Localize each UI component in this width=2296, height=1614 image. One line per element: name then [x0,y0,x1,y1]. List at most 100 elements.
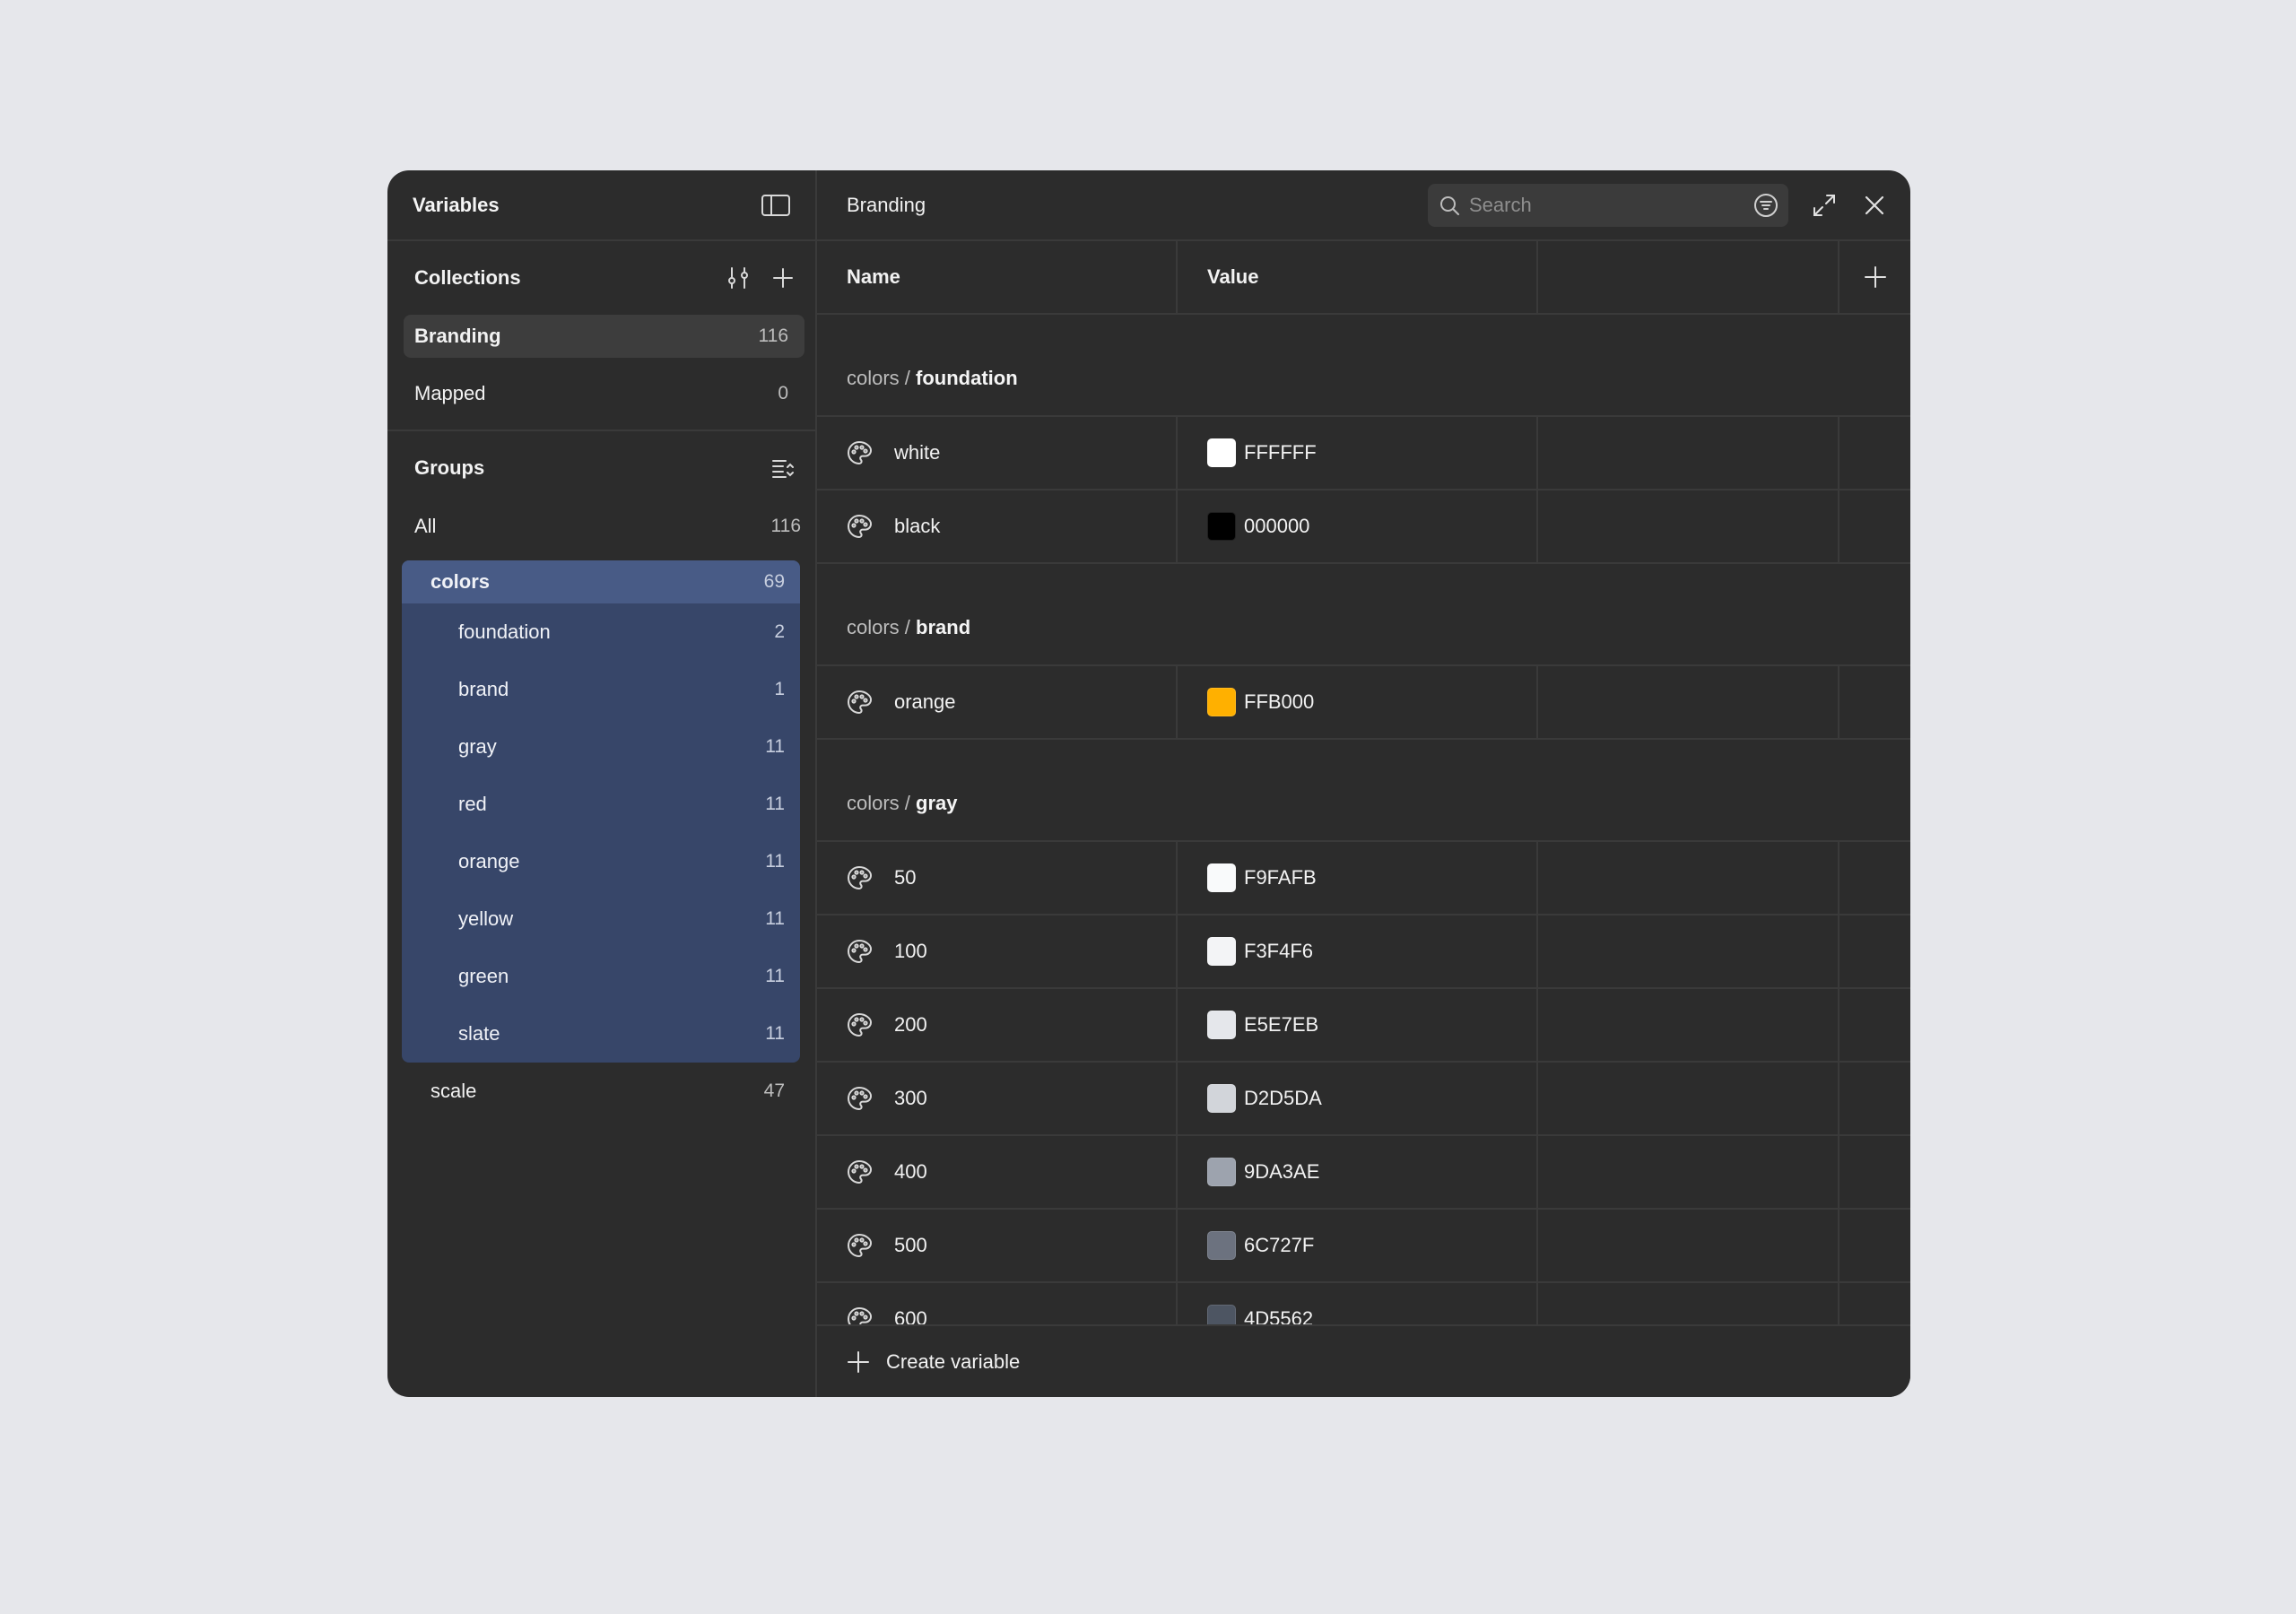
variable-row[interactable]: white FFFFFF [817,417,1910,490]
palette-icon [846,439,873,466]
add-column-button[interactable] [1839,241,1910,313]
group-heading-prefix: colors / [847,792,917,814]
filter-icon[interactable] [1752,192,1779,219]
variable-value-cell[interactable]: D2D5DA [1178,1063,1538,1134]
group-item-slate[interactable]: slate 11 [402,1005,800,1063]
variable-value: F9FAFB [1244,866,1317,889]
group-count: 116 [770,516,801,536]
color-swatch[interactable] [1207,1011,1236,1039]
variable-name-cell[interactable]: 200 [817,989,1178,1061]
group-count: 69 [763,571,785,592]
variable-name-cell[interactable]: black [817,490,1178,562]
variable-value: FFB000 [1244,690,1315,713]
variable-row[interactable]: 200 E5E7EB [817,989,1910,1063]
collection-count: 0 [778,383,788,404]
variable-value: 9DA3AE [1244,1160,1320,1183]
color-swatch[interactable] [1207,863,1236,892]
collapse-list-icon[interactable] [767,452,799,484]
group-heading: colors / brand [817,564,1910,666]
search-input[interactable] [1469,193,1752,217]
variable-name-cell[interactable]: 400 [817,1136,1178,1208]
variable-value-cell[interactable]: 000000 [1178,490,1538,562]
group-item-colors[interactable]: colors 69 [402,560,800,603]
variable-value-cell[interactable]: F3F4F6 [1178,915,1538,987]
toggle-sidebar-icon[interactable] [760,189,792,221]
column-header-name[interactable]: Name [817,241,1178,313]
variable-name-cell[interactable]: orange [817,666,1178,738]
empty-cell [1538,842,1839,914]
color-swatch[interactable] [1207,688,1236,716]
palette-icon [846,1232,873,1259]
variable-value-cell[interactable]: FFFFFF [1178,417,1538,489]
variable-name: white [894,441,941,464]
variable-row[interactable]: 100 F3F4F6 [817,915,1910,989]
collection-item-mapped[interactable]: Mapped 0 [404,372,804,415]
group-item-foundation[interactable]: foundation 2 [402,603,800,661]
group-item-yellow[interactable]: yellow 11 [402,890,800,948]
color-swatch[interactable] [1207,1305,1236,1326]
main-panel: Branding Search Name Value colors / foun… [817,170,1910,1397]
collections-list: Branding 116 Mapped 0 [387,315,815,415]
variable-value-cell[interactable]: 6C727F [1178,1210,1538,1281]
color-swatch[interactable] [1207,1084,1236,1113]
group-count: 1 [774,679,785,699]
group-item-brand[interactable]: brand 1 [402,661,800,718]
variable-row[interactable]: 50 F9FAFB [817,842,1910,915]
variable-row[interactable]: 300 D2D5DA [817,1063,1910,1136]
variable-row[interactable]: orange FFB000 [817,666,1910,740]
variable-name-cell[interactable]: 100 [817,915,1178,987]
collection-item-branding[interactable]: Branding 116 [404,315,804,358]
group-label: brand [458,678,509,700]
variable-name-cell[interactable]: 300 [817,1063,1178,1134]
group-item-all[interactable]: All 116 [404,505,801,548]
palette-icon [846,1085,873,1112]
variable-value-cell[interactable]: 4D5562 [1178,1283,1538,1326]
variable-name-cell[interactable]: white [817,417,1178,489]
group-label: red [458,793,487,815]
column-header-empty [1538,241,1839,313]
group-item-orange[interactable]: orange 11 [402,833,800,890]
variable-row[interactable]: 600 4D5562 [817,1283,1910,1326]
empty-cell [1839,417,1910,489]
color-swatch[interactable] [1207,512,1236,541]
create-variable-button[interactable]: Create variable [817,1324,1910,1397]
empty-cell [1839,989,1910,1061]
group-heading: colors / gray [817,740,1910,842]
palette-icon [846,513,873,540]
variable-row[interactable]: black 000000 [817,490,1910,564]
variable-value-cell[interactable]: 9DA3AE [1178,1136,1538,1208]
variable-name-cell[interactable]: 500 [817,1210,1178,1281]
empty-cell [1538,1210,1839,1281]
add-collection-icon[interactable] [767,262,799,294]
empty-cell [1538,915,1839,987]
color-swatch[interactable] [1207,438,1236,467]
adjustments-icon[interactable] [722,262,754,294]
group-item-scale[interactable]: scale 47 [402,1063,800,1120]
variable-name-cell[interactable]: 50 [817,842,1178,914]
sidebar-header: Variables [387,170,815,241]
color-swatch[interactable] [1207,1158,1236,1186]
variable-row[interactable]: 400 9DA3AE [817,1136,1910,1210]
variable-value-cell[interactable]: FFB000 [1178,666,1538,738]
empty-cell [1839,1283,1910,1326]
color-swatch[interactable] [1207,937,1236,966]
variable-name: orange [894,690,956,713]
expand-icon[interactable] [1808,189,1840,221]
variable-value-cell[interactable]: E5E7EB [1178,989,1538,1061]
color-swatch[interactable] [1207,1231,1236,1260]
variable-row[interactable]: 500 6C727F [817,1210,1910,1283]
variable-name-cell[interactable]: 600 [817,1283,1178,1326]
group-item-red[interactable]: red 11 [402,776,800,833]
close-icon[interactable] [1858,189,1891,221]
group-count: 47 [763,1080,785,1101]
variable-value: 4D5562 [1244,1307,1314,1326]
variable-value-cell[interactable]: F9FAFB [1178,842,1538,914]
group-item-green[interactable]: green 11 [402,948,800,1005]
search-box[interactable] [1428,183,1788,227]
empty-cell [1839,1063,1910,1134]
variable-name: 300 [894,1087,927,1109]
group-count: 11 [765,908,785,929]
column-header-value[interactable]: Value [1178,241,1538,313]
empty-cell [1538,1136,1839,1208]
group-item-gray[interactable]: gray 11 [402,718,800,776]
